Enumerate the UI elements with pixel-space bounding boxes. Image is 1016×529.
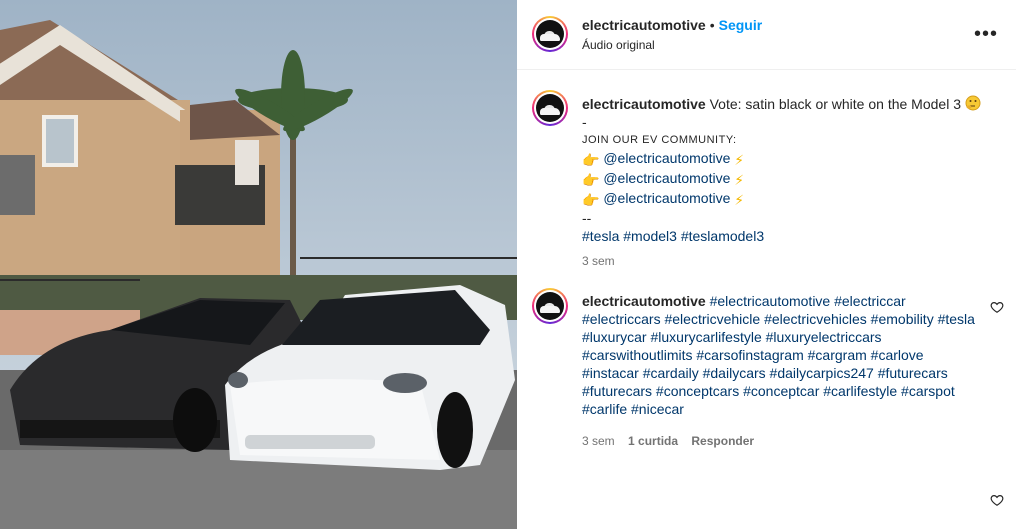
post-header: electricautomotive • Seguir Áudio original… (517, 0, 1016, 70)
reply-button[interactable]: Responder (691, 434, 754, 448)
comment-time[interactable]: 3 sem (582, 434, 615, 448)
caption-double-dash: -- (582, 210, 592, 226)
mention-line: 👉 @electricautomotive ⚡ (582, 189, 992, 209)
lightning-icon: ⚡ (734, 172, 745, 188)
caption-dash: - (582, 114, 587, 130)
more-options-icon[interactable]: ••• (974, 24, 998, 44)
pointing-hand-icon: 👉 (582, 152, 600, 168)
post-caption: electricautomotive Vote: satin black or … (582, 95, 992, 245)
post-side-panel: electricautomotive • Seguir Áudio original… (517, 0, 1016, 529)
header-user-line: electricautomotive • Seguir (582, 17, 762, 33)
pointing-hand-icon: 👉 (582, 172, 600, 188)
pointing-hand-icon: 👉 (582, 192, 600, 208)
comment-like-heart-icon[interactable] (990, 300, 1004, 314)
mention-line: 👉 @electricautomotive ⚡ (582, 169, 992, 189)
audio-label[interactable]: Áudio original (582, 38, 655, 52)
follow-button[interactable]: Seguir (719, 17, 763, 33)
comment-meta: 3 sem 1 curtida Responder (582, 434, 754, 448)
caption-username[interactable]: electricautomotive (582, 96, 706, 112)
post-media[interactable] (0, 0, 517, 529)
mention-link[interactable]: @electricautomotive (603, 150, 730, 166)
comment-hashtags[interactable]: #electricautomotive #electriccar #electr… (582, 293, 975, 417)
caption-hashtags[interactable]: #tesla #model3 #teslamodel3 (582, 227, 992, 245)
comment-avatar[interactable] (532, 288, 568, 324)
thinking-face-icon (965, 95, 981, 111)
like-heart-icon[interactable] (990, 493, 1004, 507)
caption-avatar[interactable] (532, 90, 568, 126)
mention-line: 👉 @electricautomotive ⚡ (582, 149, 992, 169)
header-avatar[interactable] (532, 16, 568, 52)
post-photo (0, 0, 517, 529)
comment-likes[interactable]: 1 curtida (628, 434, 678, 448)
separator-dot: • (709, 17, 715, 33)
caption-text: Vote: satin black or white on the Model … (709, 96, 961, 112)
lightning-icon: ⚡ (734, 192, 745, 208)
comment-item: electricautomotive #electricautomotive #… (582, 292, 977, 418)
lightning-icon: ⚡ (734, 152, 745, 168)
mention-link[interactable]: @electricautomotive (603, 190, 730, 206)
mention-link[interactable]: @electricautomotive (603, 170, 730, 186)
comment-username[interactable]: electricautomotive (582, 293, 706, 309)
caption-time[interactable]: 3 sem (582, 254, 615, 268)
community-label: JOIN OUR EV COMMUNITY: (582, 134, 737, 146)
header-username[interactable]: electricautomotive (582, 17, 706, 33)
